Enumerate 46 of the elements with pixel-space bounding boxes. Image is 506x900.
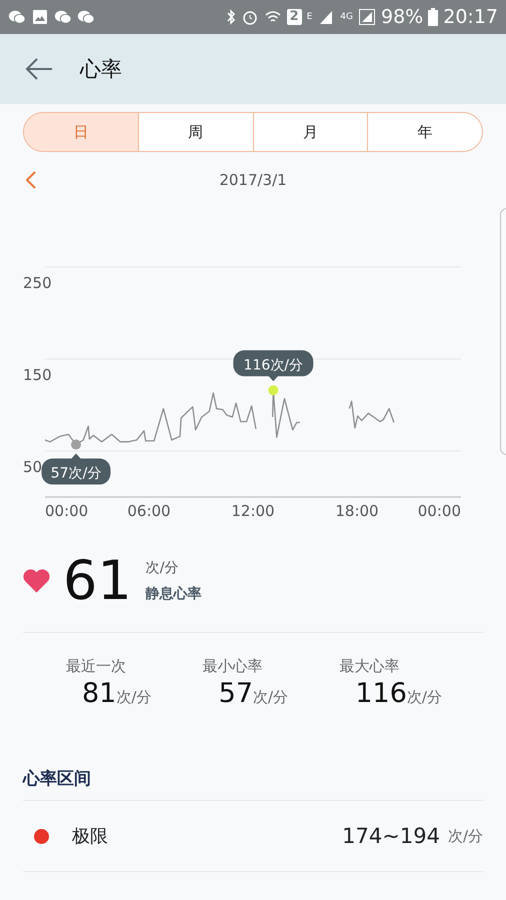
stat-label: 最近一次	[66, 657, 126, 676]
chat-icon	[77, 9, 95, 25]
period-tab[interactable]: 周	[138, 113, 252, 151]
date-label: 2017/3/1	[219, 171, 287, 189]
stat-value: 81	[82, 678, 116, 709]
stat-label: 最小心率	[202, 657, 263, 676]
battery-icon	[428, 8, 438, 26]
heart-icon	[22, 568, 51, 594]
y-axis-label: 250	[23, 274, 52, 292]
x-axis-label: 06:00	[127, 502, 171, 520]
chat-icon	[8, 9, 26, 25]
stat-value: 116	[355, 678, 407, 709]
value-tooltip: 116次/分	[233, 350, 314, 382]
y-axis-label: 150	[23, 366, 52, 384]
period-tab[interactable]: 年	[367, 113, 482, 151]
x-axis-label: 12:00	[231, 502, 275, 520]
unit-label: 次/分	[116, 688, 152, 707]
zone-range: 174~194	[342, 824, 440, 848]
network-label: 4G	[340, 12, 353, 22]
back-icon[interactable]	[25, 57, 53, 81]
x-axis-label: 00:00	[45, 502, 88, 520]
previous-icon[interactable]	[26, 171, 36, 189]
zone-name: 极限	[72, 825, 108, 848]
unit-label: 次/分	[146, 559, 180, 577]
section-title: 心率区间	[22, 768, 92, 791]
value-tooltip: 57次/分	[42, 454, 111, 485]
stat-value: 57	[218, 678, 254, 709]
y-axis-label: 50	[23, 458, 42, 476]
signal-icon	[358, 9, 376, 25]
unit-label: 次/分	[406, 688, 442, 707]
bluetooth-icon	[226, 9, 236, 25]
period-tab[interactable]: 月	[252, 113, 368, 151]
stat-label: 最大心率	[339, 657, 400, 676]
unit-label: 次/分	[448, 826, 483, 846]
chat-icon	[54, 9, 72, 25]
resting-heart-rate: 61	[63, 554, 132, 608]
unit-label: 次/分	[253, 688, 288, 707]
sim-badge: 2	[286, 9, 302, 25]
page-title: 心率	[80, 56, 122, 83]
x-axis-label: 00:00	[418, 502, 461, 520]
clock: 20:17	[443, 6, 498, 28]
network-label: E	[306, 12, 312, 22]
image-icon	[31, 9, 49, 25]
battery-level: 98%	[381, 6, 424, 28]
x-axis-label: 18:00	[335, 502, 379, 520]
resting-label: 静息心率	[146, 585, 202, 603]
